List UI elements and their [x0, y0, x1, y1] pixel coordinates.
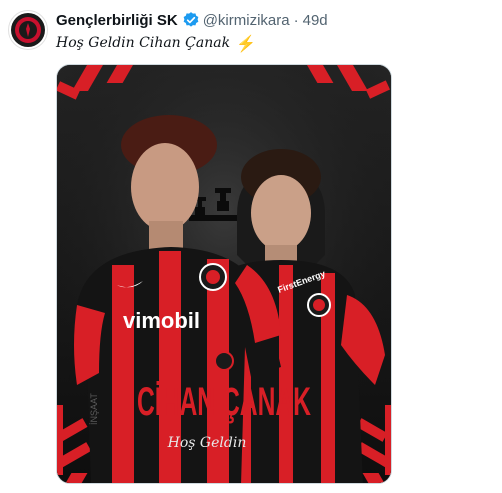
- display-name[interactable]: Gençlerbirliği SK: [56, 12, 178, 29]
- tweet-text: Hoş Geldin Cihan Çanak ⚡: [56, 33, 256, 53]
- lightning-emoji: ⚡: [236, 33, 256, 53]
- poster-crest-icon: [214, 351, 234, 371]
- separator: ·: [293, 11, 299, 29]
- club-crest-icon: [11, 13, 45, 47]
- announcement-poster: vimobil FirstEnergy İNŞAAT CİHAN ÇANAK H…: [57, 65, 391, 483]
- sponsor-text: vimobil: [123, 308, 200, 333]
- timestamp[interactable]: 49d: [303, 12, 328, 29]
- tweet-media-image[interactable]: vimobil FirstEnergy İNŞAAT CİHAN ÇANAK H…: [56, 64, 392, 484]
- tweet-header: Gençlerbirliği SK @kirmizikara · 49d: [56, 10, 328, 30]
- player-name-title: CİHAN ÇANAK: [137, 380, 311, 424]
- handle[interactable]: @kirmizikara: [203, 12, 290, 29]
- avatar[interactable]: [8, 10, 48, 50]
- welcome-subtitle: Hoş Geldin: [167, 435, 247, 451]
- tweet-text-body: Hoş Geldin Cihan Çanak: [56, 35, 231, 51]
- verified-badge-icon: [183, 12, 199, 27]
- side-text: İNŞAAT: [89, 393, 99, 425]
- tweet[interactable]: Gençlerbirliği SK @kirmizikara · 49d Hoş…: [0, 0, 502, 493]
